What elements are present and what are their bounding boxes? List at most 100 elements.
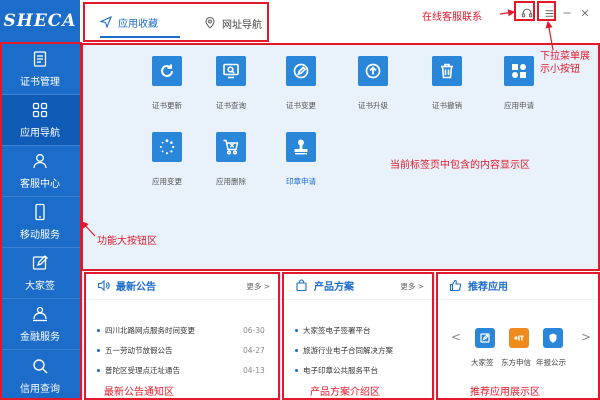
tab-label: 应用收藏: [118, 18, 158, 30]
sidebar-item-label: 客服中心: [20, 179, 60, 190]
badge-icon: [549, 333, 557, 343]
app-icon-box: [504, 56, 534, 86]
app-label: 应用申请: [504, 101, 534, 110]
products-more-link[interactable]: 更多 >: [400, 281, 424, 292]
stamp-icon: [294, 139, 308, 155]
app-certificate-revoke[interactable]: 证书撤销: [412, 56, 482, 111]
app-certificate-query[interactable]: 证书查询: [196, 56, 266, 111]
product-item-text: 大家签电子签署平台: [303, 325, 371, 335]
mobile-icon: [35, 203, 45, 221]
trash-icon: [441, 63, 453, 79]
recommend-app-annual-report[interactable]: [543, 328, 563, 348]
close-button[interactable]: [578, 6, 592, 20]
app-certificate-change[interactable]: 证书变更: [266, 56, 336, 111]
app-label: 证书查询: [216, 101, 246, 110]
tab-url-navigation[interactable]: 网址导航: [204, 8, 284, 38]
app-certificate-update[interactable]: 证书更新: [132, 56, 202, 111]
sidebar-item-credit-query[interactable]: 信用查询: [0, 350, 80, 400]
recommend-panel-header: 推荐应用: [435, 272, 600, 300]
finance-icon: [33, 306, 47, 322]
product-item[interactable]: 大家签电子签署平台: [295, 320, 393, 340]
news-more-link[interactable]: 更多 >: [246, 281, 270, 292]
app-icon-box: [152, 132, 182, 162]
recommend-app-label: 东方申信: [501, 358, 531, 367]
bullet: [295, 328, 298, 332]
news-item-text: 五一劳动节放假公告: [105, 345, 173, 355]
app-label: 应用删除: [216, 177, 246, 186]
tab-app-favorites[interactable]: 应用收藏: [100, 8, 180, 38]
dropdown-menu-button[interactable]: [542, 6, 556, 20]
bullet: [295, 348, 298, 352]
bullet: [97, 368, 100, 372]
annotation-news-area: 最新公告通知区: [104, 387, 174, 398]
loading-icon: [159, 139, 175, 155]
recommend-app-dongfang[interactable]: [509, 328, 529, 348]
products-list: 大家签电子签署平台 旅游行业电子合同解决方案 电子印章公共服务平台: [295, 320, 393, 380]
upgrade-icon: [365, 63, 381, 79]
app-certificate-upgrade[interactable]: 证书升级: [338, 56, 408, 111]
news-panel-title: 最新公告: [116, 282, 156, 293]
monitor-search-icon: [223, 63, 239, 79]
bullet: [295, 368, 298, 372]
sidebar-item-label: 金融服务: [20, 332, 60, 343]
sidebar-item-customer-service[interactable]: 客服中心: [0, 146, 80, 197]
app-application-change[interactable]: 应用变更: [132, 132, 202, 187]
puzzle-icon: [512, 64, 526, 78]
sidebar: SHECA 证书管理 应用导航 客服中心 移动服务 大家签 金融服务 信用查询: [0, 0, 80, 400]
news-item-text: 四川北路网点服务时间变更: [105, 325, 195, 335]
app-label: 应用变更: [152, 177, 182, 186]
certificate-icon: [33, 51, 47, 67]
annotation-products-area: 产品方案介绍区: [310, 387, 380, 398]
headset-icon: [521, 8, 533, 18]
annotation-online-service: 在线客服联系: [422, 12, 482, 23]
menu-icon: [545, 9, 553, 17]
news-item[interactable]: 普陀区受理点迁址通告 04-13: [97, 360, 267, 380]
sidebar-item-label: 证书管理: [20, 77, 60, 88]
cart-icon: [223, 139, 239, 155]
top-bar: 应用收藏 网址导航: [82, 0, 600, 44]
app-application-delete[interactable]: 应用删除: [196, 132, 266, 187]
news-item-date: 04-13: [243, 365, 265, 375]
sidebar-item-label: 大家签: [25, 281, 55, 292]
sidebar-item-dajiaqian[interactable]: 大家签: [0, 248, 80, 299]
annotation-dropdown-menu: 下拉菜单展示小按钮: [540, 51, 590, 75]
thumbs-up-icon: [449, 279, 462, 292]
sidebar-item-mobile-service[interactable]: 移动服务: [0, 197, 80, 248]
news-item[interactable]: 四川北路网点服务时间变更 06-30: [97, 320, 267, 340]
products-panel-title: 产品方案: [314, 282, 354, 293]
product-item[interactable]: 电子印章公共服务平台: [295, 360, 393, 380]
news-item[interactable]: 五一劳动节放假公告 04-27: [97, 340, 267, 360]
product-item-text: 旅游行业电子合同解决方案: [303, 345, 393, 355]
refresh-icon: [161, 64, 173, 77]
logo-text: SHECA: [3, 11, 77, 31]
grid-icon: [32, 102, 48, 118]
recommend-app-label: 大家签: [471, 358, 494, 367]
app-icon-box: [216, 132, 246, 162]
close-icon: [581, 9, 589, 17]
app-seal-request[interactable]: 印章申请: [266, 132, 336, 187]
sidebar-item-financial-service[interactable]: 金融服务: [0, 299, 80, 350]
recommend-prev-arrow[interactable]: <: [451, 330, 461, 344]
app-icon-box: [216, 56, 246, 86]
sidebar-item-app-navigation[interactable]: 应用导航: [0, 95, 80, 146]
news-item-date: 06-30: [243, 325, 265, 335]
bullet: [97, 348, 100, 352]
products-panel: 产品方案 更多 > 大家签电子签署平台 旅游行业电子合同解决方案 电子印章公共服…: [280, 272, 432, 400]
app-window: SHECA 证书管理 应用导航 客服中心 移动服务 大家签 金融服务 信用查询 …: [0, 0, 600, 400]
recommend-next-arrow[interactable]: >: [581, 330, 591, 344]
sidebar-item-certificate-management[interactable]: 证书管理: [0, 44, 80, 95]
sidebar-item-label: 信用查询: [20, 383, 60, 395]
logo: SHECA: [0, 0, 80, 42]
recommend-app-dajiaqian[interactable]: [475, 328, 495, 348]
annotation-content-area: 当前标签页中包含的内容显示区: [390, 160, 530, 171]
send-icon: [100, 16, 112, 28]
news-list: 四川北路网点服务时间变更 06-30 五一劳动节放假公告 04-27 普陀区受理…: [97, 320, 267, 380]
sign-icon: [32, 255, 48, 270]
edit-circle-icon: [293, 63, 309, 79]
news-panel-header: 最新公告 更多 >: [83, 272, 278, 300]
headset-button[interactable]: [520, 6, 534, 20]
news-panel: 最新公告 更多 > 四川北路网点服务时间变更 06-30 五一劳动节放假公告 0…: [82, 272, 278, 400]
product-item[interactable]: 旅游行业电子合同解决方案: [295, 340, 393, 360]
minimize-button[interactable]: [560, 6, 574, 20]
products-panel-header: 产品方案 更多 >: [281, 272, 432, 300]
